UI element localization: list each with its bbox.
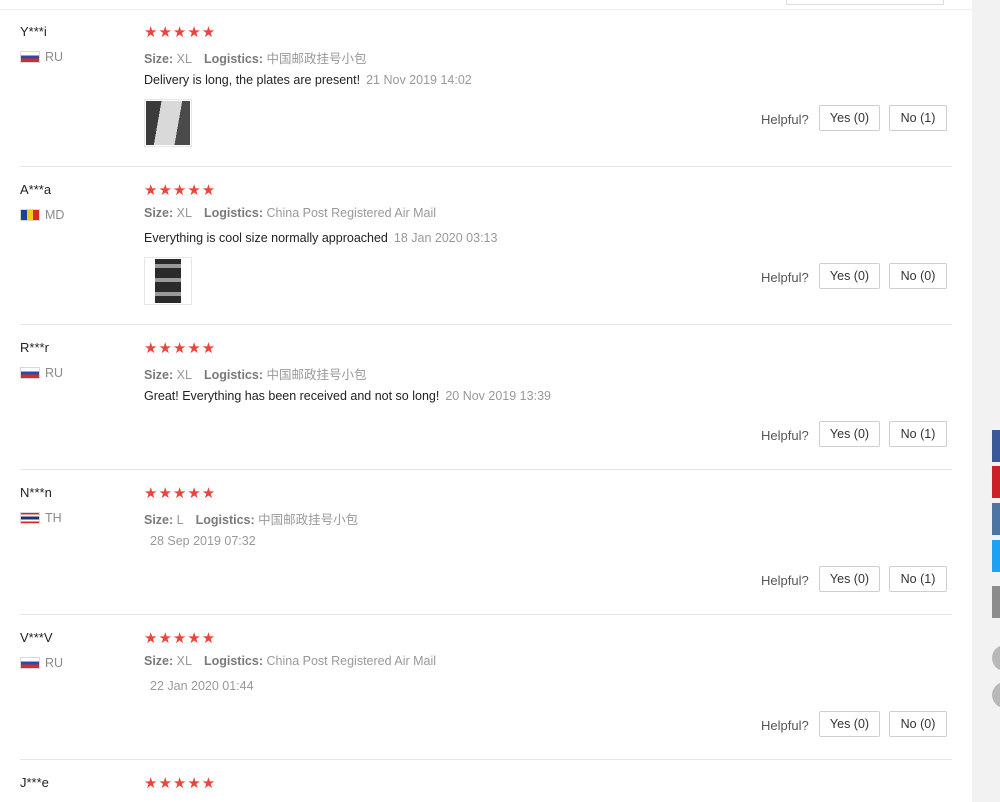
buyer-name: N***n bbox=[20, 485, 52, 500]
buyer-name: J***e bbox=[20, 775, 49, 790]
review-date: 28 Sep 2019 07:32 bbox=[150, 534, 256, 548]
buyer-country: RU bbox=[20, 366, 63, 380]
buyer-country: TH bbox=[20, 511, 62, 525]
helpful-label: Helpful? bbox=[761, 573, 809, 588]
helpful-no-button[interactable]: No (0) bbox=[889, 263, 947, 289]
helpful-no-button[interactable]: No (1) bbox=[889, 566, 947, 592]
buyer-name: A***a bbox=[20, 182, 52, 197]
order-info: Size: XL Logistics: China Post Registered… bbox=[144, 654, 437, 668]
review-photo[interactable] bbox=[144, 257, 192, 305]
review-text: 28 Sep 2019 07:32 bbox=[144, 534, 256, 548]
thailand-flag-icon bbox=[20, 512, 40, 524]
helpful-label: Helpful? bbox=[761, 718, 809, 733]
sort-select[interactable] bbox=[786, 0, 944, 5]
helpful-yes-button[interactable]: Yes (0) bbox=[819, 105, 880, 131]
russia-flag-icon bbox=[20, 367, 40, 379]
twitter-icon[interactable] bbox=[992, 540, 1000, 572]
russia-flag-icon bbox=[20, 657, 40, 669]
rating-stars: ★★★★★ bbox=[144, 630, 217, 647]
order-info: Size: L Logistics: 中国邮政挂号小包 bbox=[144, 513, 359, 527]
rating-stars: ★★★★★ bbox=[144, 485, 217, 502]
buyer-country: MD bbox=[20, 208, 64, 222]
buyer-name: V***V bbox=[20, 630, 53, 645]
review-date: 20 Nov 2019 13:39 bbox=[445, 389, 551, 403]
review-divider bbox=[20, 759, 952, 760]
review-photo[interactable] bbox=[144, 99, 192, 147]
order-info: Size: XL Logistics: 中国邮政挂号小包 bbox=[144, 368, 367, 382]
page-sidebar-strip bbox=[972, 0, 1000, 802]
helpful-yes-button[interactable]: Yes (0) bbox=[819, 566, 880, 592]
helpful-no-button[interactable]: No (1) bbox=[889, 421, 947, 447]
email-icon[interactable] bbox=[992, 586, 1000, 618]
review-divider bbox=[20, 469, 952, 470]
helpful-yes-button[interactable]: Yes (0) bbox=[819, 421, 880, 447]
buyer-name: R***r bbox=[20, 340, 49, 355]
review-divider bbox=[20, 324, 952, 325]
rating-stars: ★★★★★ bbox=[144, 182, 217, 199]
helpful-yes-button[interactable]: Yes (0) bbox=[819, 711, 880, 737]
buyer-name: Y***i bbox=[20, 24, 47, 39]
helpful-no-button[interactable]: No (0) bbox=[889, 711, 947, 737]
pinterest-icon[interactable] bbox=[992, 466, 1000, 498]
review-text: 22 Jan 2020 01:44 bbox=[144, 679, 254, 693]
review-divider bbox=[20, 614, 952, 615]
helpful-yes-button[interactable]: Yes (0) bbox=[819, 263, 880, 289]
reviews-panel: Y***i RU ★★★★★ Size: XL Logistics: 中国邮政挂号… bbox=[0, 0, 972, 802]
review-date: 22 Jan 2020 01:44 bbox=[150, 679, 254, 693]
order-info: Size: XL Logistics: 中国邮政挂号小包 bbox=[144, 52, 367, 66]
rating-stars: ★★★★★ bbox=[144, 340, 217, 357]
review-text: Delivery is long, the plates are present… bbox=[144, 73, 472, 87]
helpful-label: Helpful? bbox=[761, 112, 809, 127]
review-text: Everything is cool size normally approac… bbox=[144, 231, 498, 245]
rating-stars: ★★★★★ bbox=[144, 24, 217, 41]
russia-flag-icon bbox=[20, 51, 40, 63]
review-divider bbox=[20, 166, 952, 167]
rating-stars: ★★★★★ bbox=[144, 775, 217, 792]
review-date: 21 Nov 2019 14:02 bbox=[366, 73, 472, 87]
helpful-label: Helpful? bbox=[761, 270, 809, 285]
order-info: Size: XL Logistics: China Post Registered… bbox=[144, 206, 437, 220]
buyer-country: RU bbox=[20, 50, 63, 64]
vk-icon[interactable] bbox=[992, 503, 1000, 535]
review-date: 18 Jan 2020 03:13 bbox=[393, 231, 498, 245]
top-divider bbox=[0, 9, 972, 10]
helpful-label: Helpful? bbox=[761, 428, 809, 443]
moldova-flag-icon bbox=[20, 209, 40, 221]
helpful-no-button[interactable]: No (1) bbox=[889, 105, 947, 131]
review-text: Great! Everything has been received and … bbox=[144, 389, 551, 403]
facebook-icon[interactable] bbox=[992, 430, 1000, 462]
buyer-country: RU bbox=[20, 656, 63, 670]
